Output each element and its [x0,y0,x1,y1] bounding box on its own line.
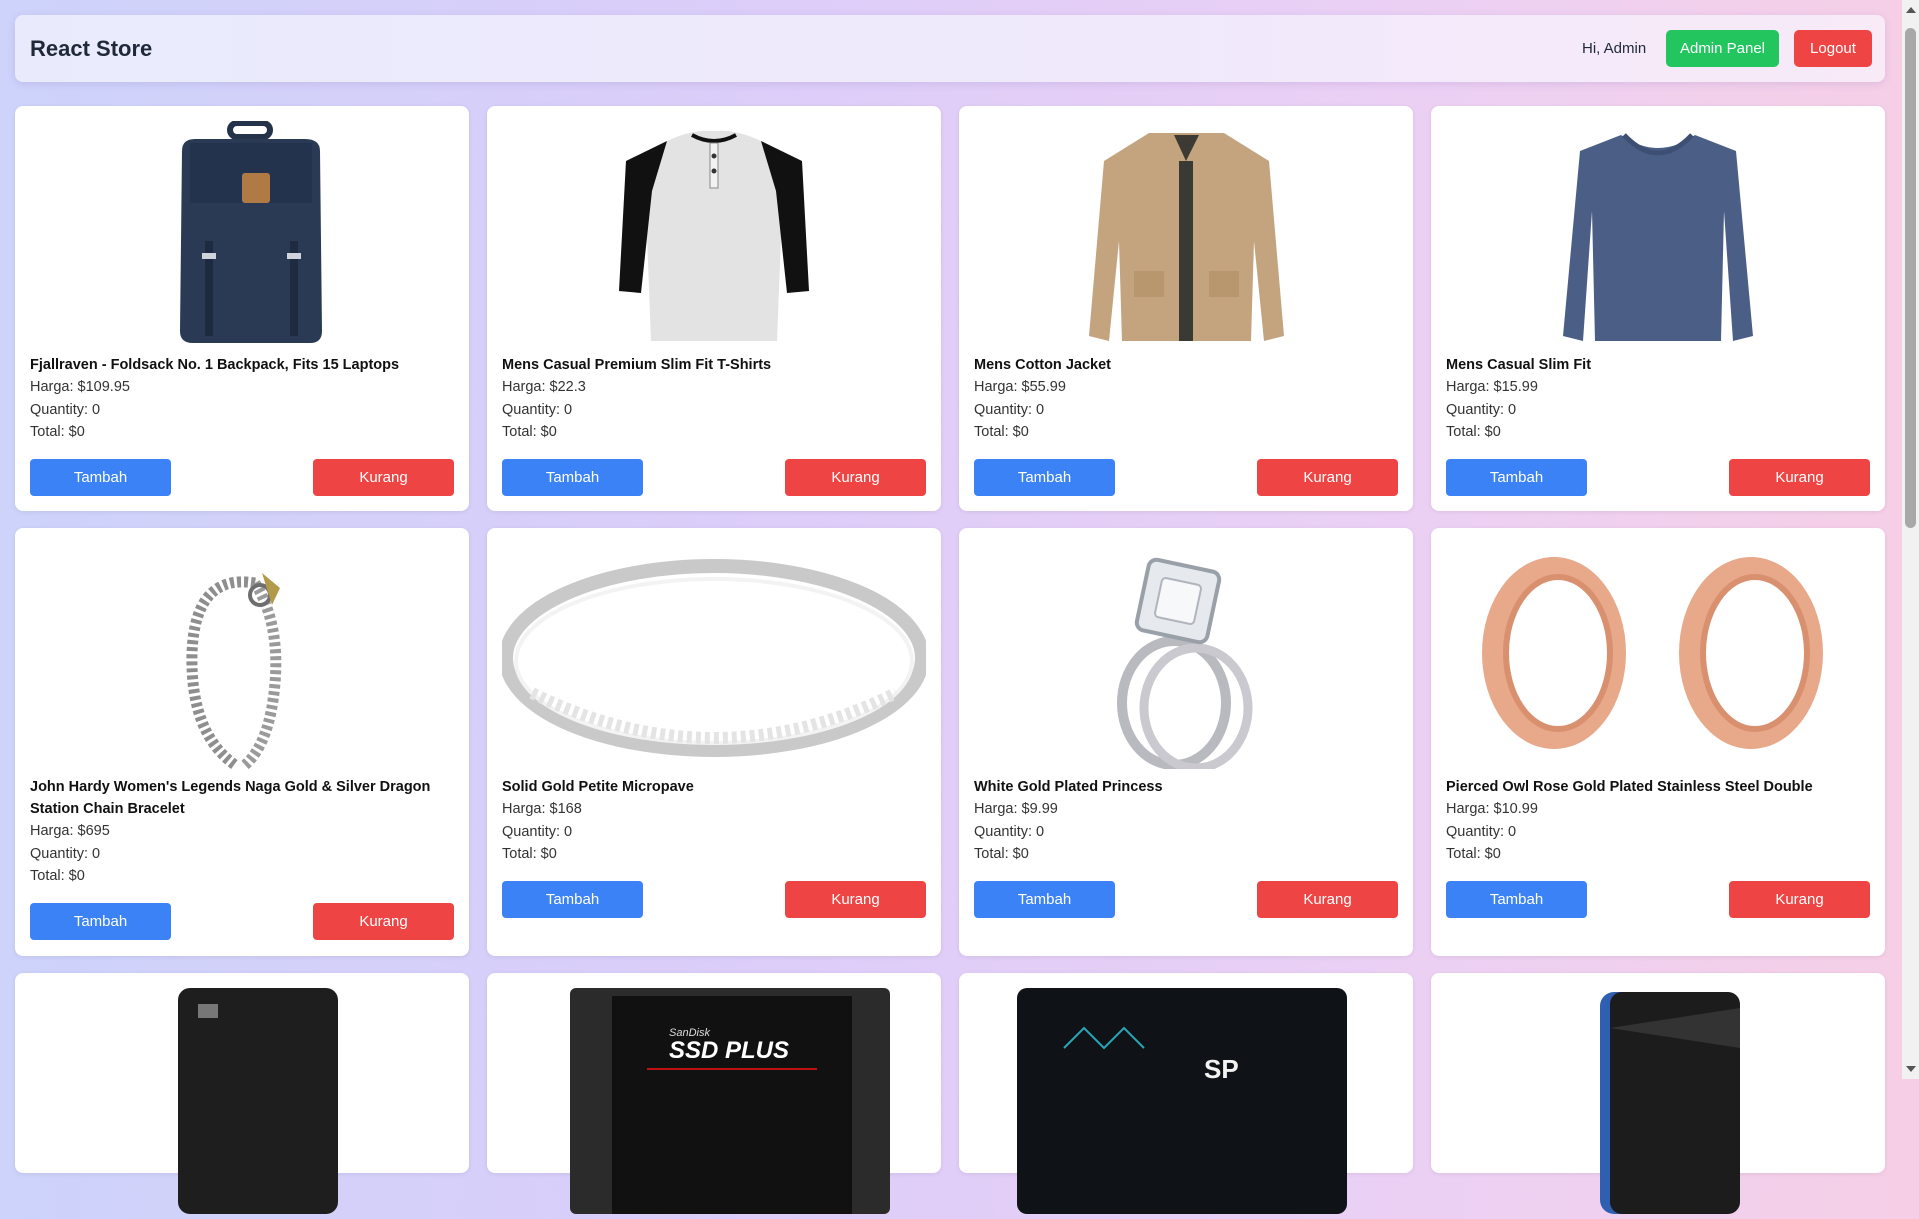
product-title: Mens Casual Slim Fit [1446,357,1592,373]
scroll-up-arrow-icon[interactable] [1906,7,1916,13]
product-card: John Hardy Women's Legends Naga Gold & S… [15,528,469,956]
product-price: Harga: $168 [502,801,582,817]
subtract-button[interactable]: Kurang [313,903,454,940]
product-card: Mens Cotton Jacket Harga: $55.99 Quantit… [959,106,1413,511]
product-quantity: Quantity: 0 [974,824,1045,840]
product-quantity: Quantity: 0 [502,824,573,840]
product-card: White Gold Plated Princess Harga: $9.99 … [959,528,1413,956]
subtract-button[interactable]: Kurang [1729,881,1870,918]
product-price: Harga: $695 [30,823,110,839]
product-price: Harga: $9.99 [974,801,1058,817]
vertical-scrollbar[interactable] [1902,0,1919,1079]
product-card: Fjallraven - Foldsack No. 1 Backpack, Fi… [15,106,469,511]
product-image-external-drive [30,988,454,1214]
subtract-button[interactable]: Kurang [1257,459,1398,496]
add-button[interactable]: Tambah [502,459,643,496]
ssd-sp-text: SP [1204,1054,1239,1084]
product-total: Total: $0 [30,424,85,440]
subtract-button[interactable]: Kurang [785,881,926,918]
product-total: Total: $0 [30,868,85,884]
subtract-button[interactable]: Kurang [785,459,926,496]
product-title: John Hardy Women's Legends Naga Gold & S… [30,779,431,817]
logout-button[interactable]: Logout [1794,30,1872,67]
product-total: Total: $0 [502,846,557,862]
subtract-button[interactable]: Kurang [1729,459,1870,496]
product-card: Solid Gold Petite Micropave Harga: $168 … [487,528,941,956]
product-quantity: Quantity: 0 [1446,402,1517,418]
product-image-ssd-sp: SP [974,988,1398,1214]
add-button[interactable]: Tambah [974,881,1115,918]
product-total: Total: $0 [502,424,557,440]
add-button[interactable]: Tambah [30,903,171,940]
product-image-engagement-ring [974,543,1398,773]
product-title: Mens Cotton Jacket [974,357,1111,373]
product-quantity: Quantity: 0 [974,402,1045,418]
product-price: Harga: $22.3 [502,379,586,395]
product-total: Total: $0 [1446,846,1501,862]
product-image-ssd-sandisk: SanDisk SSD PLUS [502,988,926,1214]
product-card: SanDisk SSD PLUS [487,973,941,1214]
product-quantity: Quantity: 0 [502,402,573,418]
subtract-button[interactable]: Kurang [1257,881,1398,918]
product-quantity: Quantity: 0 [1446,824,1517,840]
product-image-bracelet [30,543,454,770]
add-button[interactable]: Tambah [1446,881,1587,918]
product-image-portable-drive [1446,988,1870,1214]
add-button[interactable]: Tambah [1446,459,1587,496]
product-card: SP [959,973,1413,1214]
product-image-ring-band [499,543,929,769]
product-image-backpack [30,120,454,347]
ssd-model-text: SSD PLUS [669,1037,789,1064]
product-title: Fjallraven - Foldsack No. 1 Backpack, Fi… [30,357,400,373]
greeting-text: Hi, Admin [1582,40,1647,57]
product-quantity: Quantity: 0 [30,402,101,418]
product-image-tshirt [502,121,926,347]
admin-panel-button[interactable]: Admin Panel [1666,30,1779,67]
product-title: Solid Gold Petite Micropave [502,779,694,795]
product-title: White Gold Plated Princess [974,779,1163,795]
product-total: Total: $0 [974,846,1029,862]
product-card [15,973,469,1214]
brand-title[interactable]: React Store [30,36,152,62]
product-total: Total: $0 [974,424,1029,440]
product-quantity: Quantity: 0 [30,846,101,862]
product-price: Harga: $15.99 [1446,379,1538,395]
add-button[interactable]: Tambah [30,459,171,496]
product-price: Harga: $55.99 [974,379,1066,395]
scroll-thumb[interactable] [1905,28,1916,528]
page: React Store Hi, Admin Admin Panel Logout… [0,0,1900,1214]
product-card [1431,973,1885,1214]
product-title: Mens Casual Premium Slim Fit T-Shirts [502,357,772,373]
product-price: Harga: $10.99 [1446,801,1538,817]
product-image-jacket [974,121,1398,347]
product-image-longsleeve [1446,121,1870,347]
product-title: Pierced Owl Rose Gold Plated Stainless S… [1446,779,1813,795]
product-image-ear-tunnels [1446,543,1870,769]
product-total: Total: $0 [1446,424,1501,440]
product-price: Harga: $109.95 [30,379,130,395]
product-card: Mens Casual Slim Fit Harga: $15.99 Quant… [1431,106,1885,511]
product-card: Pierced Owl Rose Gold Plated Stainless S… [1431,528,1885,956]
add-button[interactable]: Tambah [502,881,643,918]
add-button[interactable]: Tambah [974,459,1115,496]
navbar: React Store Hi, Admin Admin Panel Logout [15,15,1885,82]
subtract-button[interactable]: Kurang [313,459,454,496]
scroll-down-arrow-icon[interactable] [1906,1066,1916,1072]
product-card: Mens Casual Premium Slim Fit T-Shirts Ha… [487,106,941,511]
